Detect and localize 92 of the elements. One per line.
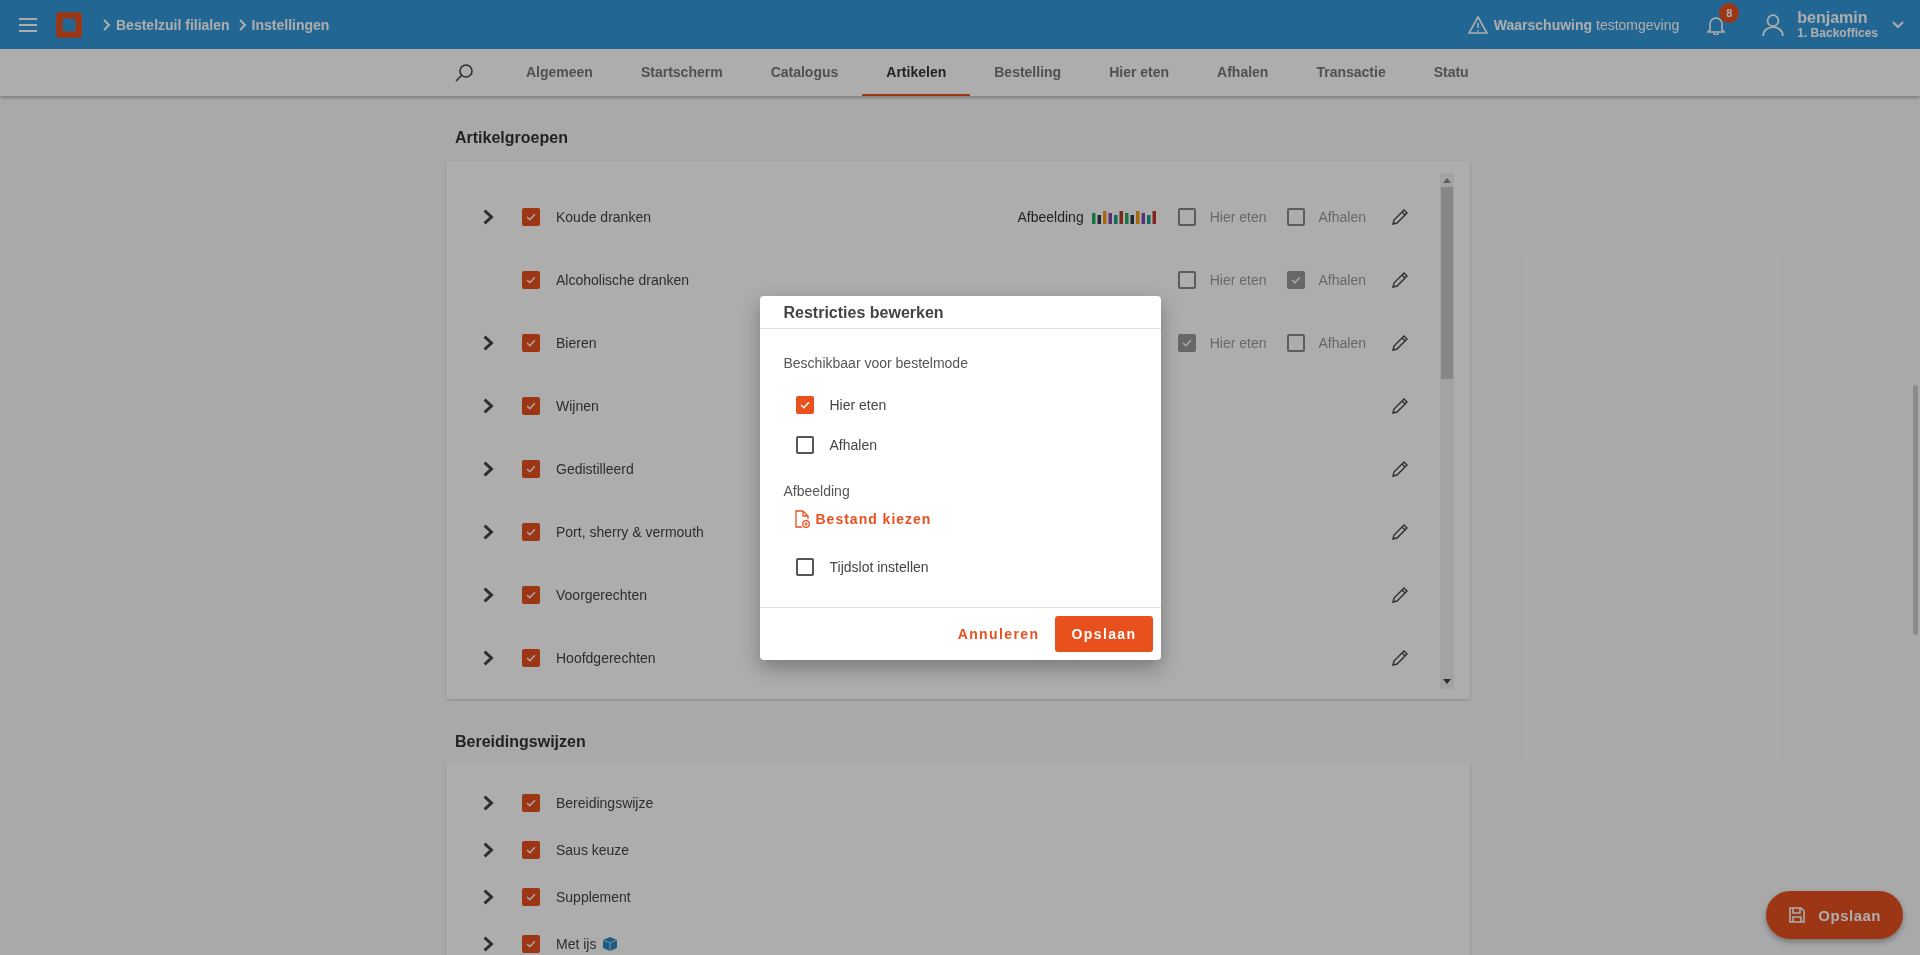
image-label: Afbeelding — [1017, 208, 1084, 225]
group-label: Wijnen — [556, 397, 599, 414]
checkbox-label: Tijdslot instellen — [829, 558, 929, 575]
checkbox[interactable] — [795, 395, 814, 414]
mode-label: Hier eten — [1209, 334, 1267, 351]
mode-label: Afhalen — [1318, 208, 1366, 225]
checkbox[interactable] — [1177, 207, 1196, 226]
field-label: Afbeelding — [783, 482, 851, 499]
expand-chevron-icon[interactable] — [482, 794, 494, 811]
checkbox[interactable] — [522, 840, 540, 859]
menu-icon[interactable] — [18, 16, 38, 33]
section-title: Artikelgroepen — [455, 129, 569, 147]
warning-text: Waarschuwing testomgeving — [1493, 16, 1680, 33]
expand-chevron-icon[interactable] — [482, 649, 494, 666]
tab[interactable]: Bestelling — [970, 49, 1086, 96]
preparation-label: Saus keuze — [556, 841, 630, 858]
checkbox[interactable] — [522, 887, 540, 906]
preparation-label: Supplement — [556, 888, 631, 905]
expand-chevron-icon[interactable] — [482, 888, 494, 905]
expand-chevron-icon[interactable] — [482, 397, 494, 414]
tab[interactable]: Artikelen — [862, 49, 971, 96]
save-button[interactable]: Opslaan — [1766, 891, 1903, 939]
checkbox[interactable] — [795, 435, 814, 454]
group-label: Bieren — [556, 334, 597, 351]
search-icon[interactable] — [454, 62, 474, 83]
checkbox-label: Hier eten — [829, 396, 887, 413]
checkbox[interactable] — [522, 396, 540, 415]
tab[interactable]: Catalogus — [746, 49, 863, 96]
dialog-title: Restricties bewerken — [759, 295, 1161, 329]
bell-icon — [1707, 14, 1726, 35]
page-scrollbar[interactable] — [1913, 385, 1918, 635]
caret-icon[interactable] — [1892, 20, 1904, 29]
notification-count: 8 — [1719, 3, 1740, 23]
warning-icon — [1467, 15, 1488, 34]
tab[interactable]: Startscherm — [616, 49, 747, 96]
user-icon — [1761, 12, 1786, 37]
checkbox[interactable] — [1286, 207, 1305, 226]
checkbox[interactable] — [522, 793, 540, 812]
preparation-label: Met ijs — [556, 935, 597, 952]
breadcrumb-link[interactable]: Instellingen — [251, 16, 330, 33]
tab[interactable]: Statu — [1409, 49, 1471, 96]
mode-label: Hier eten — [1209, 271, 1267, 288]
tab[interactable]: Transactie — [1292, 49, 1410, 96]
checkbox[interactable] — [522, 270, 540, 289]
expand-chevron-icon[interactable] — [482, 334, 494, 351]
preparation-label: Bereidingswijze — [556, 794, 654, 811]
checkbox[interactable] — [1177, 270, 1196, 289]
section-title: Bereidingswijzen — [455, 733, 587, 751]
expand-chevron-icon[interactable] — [482, 523, 494, 540]
scrollbar[interactable] — [1440, 173, 1454, 689]
expand-chevron-icon[interactable] — [482, 935, 494, 952]
checkbox[interactable] — [522, 585, 540, 604]
scroll-down-arrow-icon[interactable] — [1443, 679, 1451, 685]
bottles-thumbnail-drawing — [1091, 209, 1158, 224]
checkbox[interactable] — [522, 934, 540, 953]
group-label: Voorgerechten — [556, 586, 648, 603]
cancel-button[interactable]: Annuleren — [957, 617, 1040, 650]
checkbox[interactable] — [1177, 333, 1196, 352]
scroll-up-arrow-icon[interactable] — [1443, 177, 1451, 183]
breadcrumb-link[interactable]: Bestelzuil filialen — [116, 16, 230, 33]
group-label: Gedistilleerd — [556, 460, 634, 477]
user-name[interactable]: benjamin — [1797, 9, 1878, 27]
checkbox[interactable] — [522, 333, 540, 352]
group-label: Port, sherry & vermouth — [556, 523, 704, 540]
checkbox[interactable] — [522, 459, 540, 478]
tab[interactable]: Afhalen — [1193, 49, 1293, 96]
checkbox-label: Afhalen — [829, 436, 877, 453]
mode-label: Afhalen — [1318, 334, 1366, 351]
group-label: Alcoholische dranken — [556, 271, 690, 288]
save-button[interactable]: Opslaan — [1055, 615, 1153, 652]
checkbox[interactable] — [522, 648, 540, 667]
checkbox[interactable] — [522, 522, 540, 541]
checkbox[interactable] — [1286, 270, 1305, 289]
field-label: Beschikbaar voor bestelmode — [783, 354, 969, 371]
checkbox[interactable] — [1286, 333, 1305, 352]
choose-file-button[interactable]: Bestand kiezen — [783, 506, 1137, 531]
checkbox[interactable] — [795, 557, 814, 576]
mode-label: Hier eten — [1209, 208, 1267, 225]
expand-chevron-icon[interactable] — [482, 460, 494, 477]
expand-chevron-icon[interactable] — [482, 841, 494, 858]
group-label: Koude dranken — [556, 208, 651, 225]
expand-chevron-icon[interactable] — [482, 208, 494, 225]
chevron-icon — [102, 18, 110, 31]
expand-chevron-icon[interactable] — [482, 586, 494, 603]
tab[interactable]: Hier eten — [1085, 49, 1194, 96]
user-role: 1. Backoffices — [1797, 26, 1878, 40]
mode-label: Afhalen — [1318, 271, 1366, 288]
chevron-icon — [237, 18, 246, 31]
file-add-icon — [793, 509, 810, 528]
tab[interactable]: Algemeen — [502, 49, 617, 96]
group-label: Hoofdgerechten — [556, 649, 656, 666]
checkbox[interactable] — [522, 207, 540, 226]
